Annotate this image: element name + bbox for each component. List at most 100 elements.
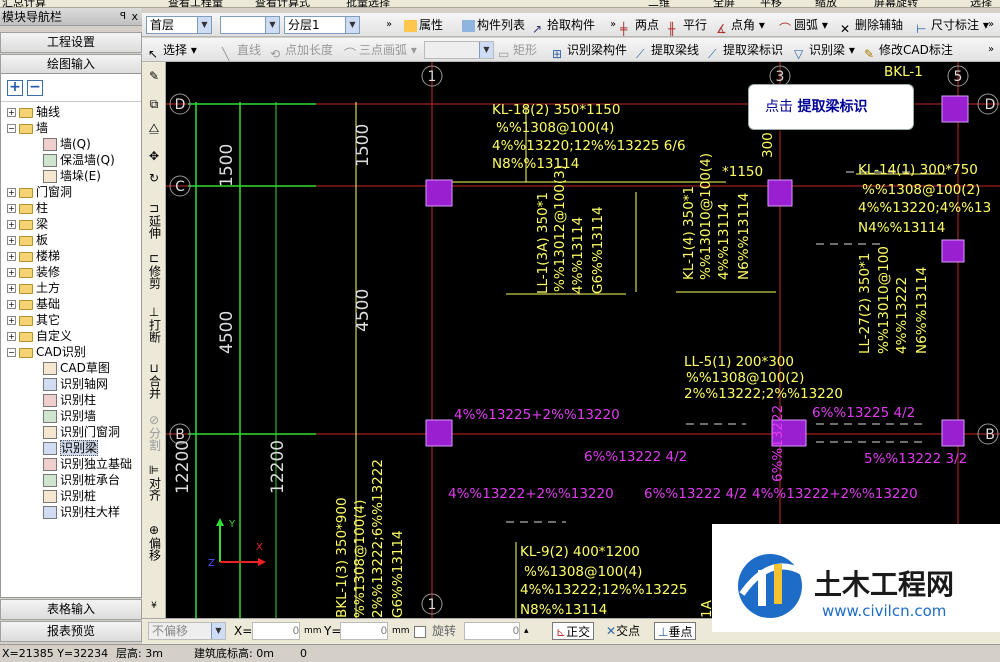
pin-icon[interactable]: ꟼ: [120, 8, 126, 26]
rotate-angle-input[interactable]: [464, 622, 520, 640]
tree-item[interactable]: 识别柱大样: [43, 504, 120, 520]
table-input-button[interactable]: 表格输入: [0, 599, 142, 620]
expand-icon[interactable]: +: [7, 316, 16, 325]
draw-input-button[interactable]: 绘图输入: [0, 54, 142, 75]
properties-button[interactable]: 属性: [404, 16, 443, 34]
rotate-icon[interactable]: ↻: [146, 172, 162, 185]
tree-item[interactable]: + 梁: [7, 216, 48, 232]
tree-item[interactable]: + 自定义: [7, 328, 72, 344]
tree-item[interactable]: + 装修: [7, 264, 60, 280]
top-strip-item[interactable]: 平移: [760, 0, 782, 7]
expand-icon[interactable]: +: [7, 268, 16, 277]
arc-button[interactable]: ⌒ 圆弧 ▾: [779, 16, 828, 36]
tree-item[interactable]: CAD草图: [43, 360, 110, 376]
line-button[interactable]: ╲ 直线: [222, 41, 261, 61]
tree-item[interactable]: + 门窗洞: [7, 184, 72, 200]
offset-mode-select[interactable]: 不偏移 ▼: [148, 622, 226, 640]
top-strip-item[interactable]: 查看工程量: [168, 0, 223, 7]
offset-button[interactable]: ⊕ 偏移: [146, 524, 162, 564]
extract-beam-label-button[interactable]: ⟋ 提取梁标识: [708, 41, 783, 61]
tree-item[interactable]: 识别轴网: [43, 376, 108, 392]
chevron-down-icon[interactable]: ▼: [345, 17, 359, 33]
extract-beam-line-button[interactable]: ⟋ 提取梁线: [636, 41, 699, 61]
x-coordinate-input[interactable]: [252, 622, 300, 640]
component-list-button[interactable]: 构件列表: [462, 16, 525, 34]
layer-select[interactable]: 分层1 ▼: [284, 16, 360, 34]
tree-item[interactable]: 识别梁: [43, 440, 99, 456]
expand-icon[interactable]: +: [7, 332, 16, 341]
top-strip-item[interactable]: 二维: [648, 0, 670, 7]
expand-icon[interactable]: +: [7, 284, 16, 293]
tree-item[interactable]: 识别门窗洞: [43, 424, 120, 440]
chevron-down-icon[interactable]: ▼: [479, 42, 493, 58]
expand-icon[interactable]: +: [7, 252, 16, 261]
break-button[interactable]: ⊥ 打断: [146, 306, 162, 346]
modify-cad-label-button[interactable]: ✎ 修改CAD标注: [864, 41, 953, 61]
point-angle-button[interactable]: ∡ 点角 ▾: [716, 16, 765, 36]
expand-icon[interactable]: +: [7, 188, 16, 197]
recognize-beam-component-button[interactable]: ⊞ 识别梁构件: [552, 41, 627, 61]
tree-item[interactable]: 识别柱: [43, 392, 96, 408]
collapse-icon[interactable]: −: [7, 124, 16, 133]
more-icon[interactable]: »: [610, 16, 616, 34]
split-button[interactable]: ⊘ 分割: [146, 414, 162, 454]
expand-icon[interactable]: +: [7, 300, 16, 309]
top-strip-item[interactable]: 屏幕旋转: [874, 0, 918, 7]
tree-item[interactable]: + 土方: [7, 280, 60, 296]
align-button[interactable]: ⊫ 对齐: [146, 464, 162, 504]
top-strip-item[interactable]: 汇总计算: [2, 0, 46, 7]
merge-button[interactable]: ⊔ 合并: [146, 362, 162, 402]
expand-icon[interactable]: +: [7, 236, 16, 245]
intersection-button[interactable]: ✕交点: [606, 622, 640, 640]
ortho-button[interactable]: ⊾正交: [552, 622, 595, 640]
mirror-icon[interactable]: ⧋: [146, 122, 162, 135]
y-coordinate-input[interactable]: [340, 622, 388, 640]
collapse-all-icon[interactable]: −: [27, 80, 43, 96]
tree-item[interactable]: + 柱: [7, 200, 48, 216]
top-strip-item[interactable]: 缩放: [815, 0, 837, 7]
parallel-button[interactable]: ╫ 平行: [668, 16, 707, 36]
expand-icon[interactable]: +: [7, 108, 16, 117]
arc-type-select[interactable]: ▼: [424, 41, 494, 59]
expand-all-icon[interactable]: +: [7, 80, 23, 96]
tree-item[interactable]: 保温墙(Q): [43, 152, 115, 168]
more-icon[interactable]: »: [988, 41, 994, 59]
tree-item[interactable]: 识别独立基础: [43, 456, 132, 472]
select-button[interactable]: ↖ 选择 ▾: [148, 41, 197, 61]
report-preview-button[interactable]: 报表预览: [0, 621, 142, 642]
top-strip-item[interactable]: 全屏: [713, 0, 735, 7]
tree-item[interactable]: 识别桩承台: [43, 472, 120, 488]
pick-component-button[interactable]: ↗ 拾取构件: [532, 16, 595, 36]
tree-item[interactable]: + 基础: [7, 296, 60, 312]
floor-select[interactable]: 首层 ▼: [146, 16, 212, 34]
extend-button[interactable]: ⊐ 延伸: [146, 202, 162, 242]
trim-button[interactable]: ⊏ 修剪: [146, 252, 162, 292]
perpendicular-button[interactable]: ⊥垂点: [654, 622, 697, 640]
spin-icon[interactable]: ▴: [524, 622, 529, 640]
top-strip-item[interactable]: 查看计算式: [255, 0, 310, 7]
tree-item[interactable]: + 其它: [7, 312, 60, 328]
rectangle-button[interactable]: ▭ 矩形: [498, 41, 537, 61]
copy-icon[interactable]: ⧉: [146, 98, 162, 111]
chevron-down-icon[interactable]: ▼: [211, 623, 225, 639]
tree-item[interactable]: 识别墙: [43, 408, 96, 424]
pen-icon[interactable]: ✎: [146, 70, 162, 83]
delete-aux-axis-button[interactable]: ✕ 删除辅轴: [840, 16, 903, 36]
tree-item[interactable]: + 板: [7, 232, 48, 248]
top-strip-item[interactable]: 批量选择: [346, 0, 390, 7]
tree-item[interactable]: + 楼梯: [7, 248, 60, 264]
dimension-button[interactable]: ⊢ 尺寸标注 ▾: [916, 16, 989, 36]
scroll-down-icon[interactable]: ¥: [146, 600, 162, 613]
tree-item[interactable]: 识别桩: [43, 488, 96, 504]
three-point-arc-button[interactable]: ⌒ 三点画弧 ▾: [344, 41, 417, 61]
chevron-down-icon[interactable]: ▼: [265, 17, 279, 33]
tree-item[interactable]: + 轴线: [7, 104, 60, 120]
floor2-select[interactable]: ▼: [220, 16, 280, 34]
tree-item[interactable]: 墙垛(E): [43, 168, 101, 184]
project-settings-button[interactable]: 工程设置: [0, 32, 142, 53]
rotate-checkbox[interactable]: [414, 626, 426, 638]
more-icon[interactable]: »: [386, 16, 392, 34]
recognize-beam-button[interactable]: ▽ 识别梁 ▾: [794, 41, 855, 61]
point-length-button[interactable]: ⟲ 点加长度: [270, 41, 333, 61]
top-strip-item[interactable]: 选择: [970, 0, 992, 7]
